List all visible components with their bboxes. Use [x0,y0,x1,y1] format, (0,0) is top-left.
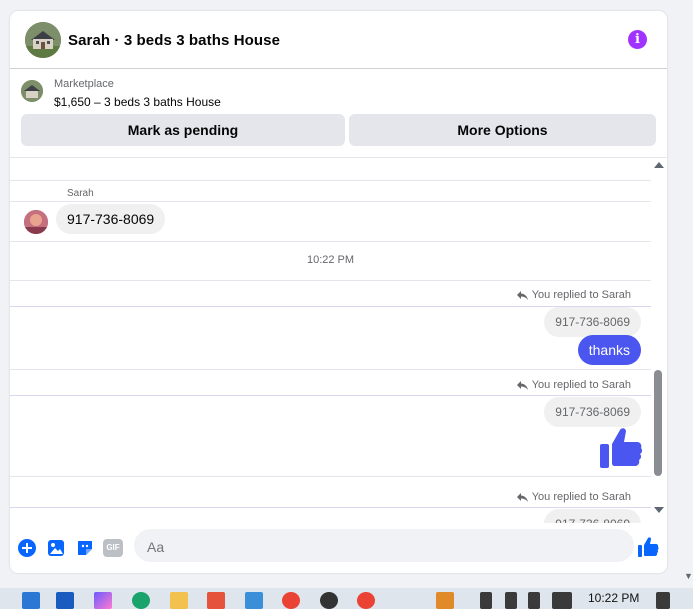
divider [10,476,651,477]
app-icon[interactable] [320,592,338,609]
reply-arrow-icon [516,381,528,390]
keyboard-icon[interactable] [552,592,572,609]
outgoing-message[interactable]: thanks [577,335,641,365]
info-icon[interactable]: i [628,30,647,49]
divider [10,395,651,396]
notification-icon[interactable] [656,592,670,609]
divider [10,507,651,508]
reply-label-text: You replied to Sarah [531,379,631,391]
marketplace-listing-banner: Marketplace $1,650 – 3 beds 3 baths Hous… [10,69,667,158]
divider [10,201,651,202]
quoted-message[interactable]: 917-736-8069 [544,397,641,427]
timestamp: 10:22 PM [306,254,355,266]
app-icon[interactable] [436,592,454,609]
scroll-down-arrow-icon[interactable] [654,507,664,513]
divider [10,180,651,181]
chrome-icon[interactable] [282,592,300,609]
volume-icon[interactable] [528,592,540,609]
message-thread[interactable]: Sarah 917-736-8069 10:22 PM You replied … [10,158,651,523]
mail-icon[interactable] [56,592,74,609]
windows-taskbar: 10:22 PM [0,588,693,609]
chat-title[interactable]: Sarah · 3 beds 3 baths House [68,32,280,49]
message-input[interactable] [145,537,589,557]
reply-label: You replied to Sarah [516,289,631,301]
tray-chevron-icon[interactable] [480,592,492,609]
reply-arrow-icon [516,493,528,502]
quoted-message[interactable]: 917-736-8069 [544,307,641,337]
thumbs-up-icon[interactable] [600,426,642,470]
scroll-up-arrow-icon[interactable] [654,162,664,168]
messenger-chat-window: Sarah · 3 beds 3 baths House i Marketpla… [10,11,667,573]
gif-icon[interactable]: GIF [103,539,123,557]
photo-icon[interactable] [46,538,66,558]
network-icon[interactable] [505,592,517,609]
divider [10,369,651,370]
thread-scrollbar[interactable] [651,158,667,523]
quoted-message[interactable]: 917-736-8069 [544,509,641,523]
reply-arrow-icon [516,291,528,300]
start-icon[interactable] [22,592,40,609]
taskbar-clock[interactable]: 10:22 PM [588,591,639,605]
divider [10,280,651,281]
reply-label: You replied to Sarah [516,491,631,503]
message-input-wrapper [134,529,634,562]
listing-thumbnail[interactable] [21,80,43,102]
plus-icon[interactable] [17,538,37,558]
like-icon[interactable] [637,536,659,558]
listing-avatar[interactable] [25,22,61,58]
mark-as-pending-button[interactable]: Mark as pending [21,114,345,146]
listing-subtitle[interactable]: $1,650 – 3 beds 3 baths House [54,95,221,109]
chrome-icon[interactable] [357,592,375,609]
message-composer: GIF [10,523,667,573]
edge-icon[interactable] [132,592,150,609]
incoming-message[interactable]: 917-736-8069 [56,204,166,234]
scrollbar-thumb[interactable] [654,370,662,476]
sender-name: Sarah [67,188,94,199]
sender-avatar[interactable] [24,210,48,234]
marketplace-label: Marketplace [54,78,114,90]
reply-label-text: You replied to Sarah [531,491,631,503]
sticker-icon[interactable] [75,538,95,558]
app-icon[interactable] [245,592,263,609]
store-icon[interactable] [207,592,225,609]
page-scroll-down-icon[interactable]: ▼ [684,571,693,581]
divider [10,241,651,242]
reply-label-text: You replied to Sarah [531,289,631,301]
copilot-icon[interactable] [94,592,112,609]
file-explorer-icon[interactable] [170,592,188,609]
reply-label: You replied to Sarah [516,379,631,391]
chat-header: Sarah · 3 beds 3 baths House i [10,11,667,69]
more-options-button[interactable]: More Options [349,114,656,146]
